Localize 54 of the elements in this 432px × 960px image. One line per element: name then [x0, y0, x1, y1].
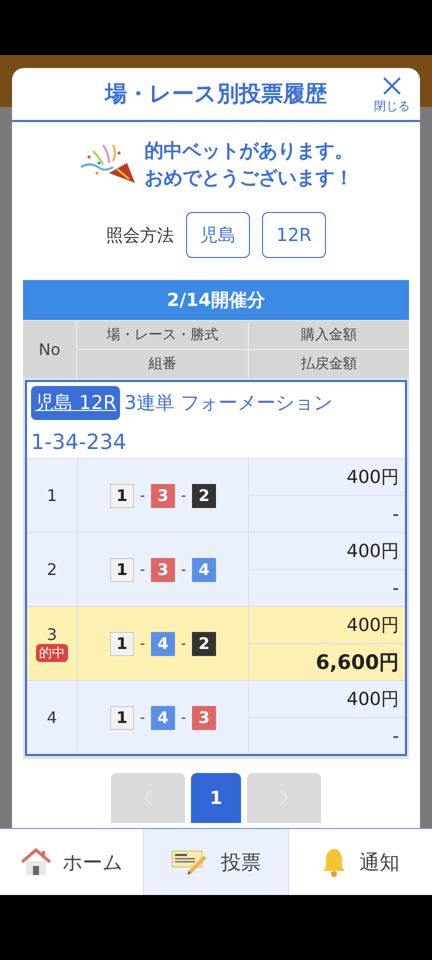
race-link[interactable]: 児島 12R [31, 386, 120, 420]
separator-dash: - [181, 562, 186, 578]
boat-number: 1 [110, 484, 134, 508]
separator-dash: - [181, 488, 186, 504]
purchase-amount: 400円 [346, 540, 400, 564]
boat-number: 2 [192, 484, 216, 508]
date-header: 2/14開催分 [23, 280, 409, 320]
separator-dash: - [140, 636, 145, 652]
row-number: 4 [46, 708, 58, 727]
row-number: 1 [46, 486, 58, 505]
column-header: 場・レース・勝式 [77, 321, 248, 349]
hit-badge: 的中 [36, 644, 68, 662]
congrats-message: 的中ベットがあります。 [144, 139, 354, 164]
separator-dash: - [140, 488, 145, 504]
separator-dash: - [140, 710, 145, 726]
separator-dash: - [181, 636, 186, 652]
boat-number: 3 [151, 484, 175, 508]
congrats-message: おめでとうございます！ [144, 166, 354, 191]
purchase-amount: 400円 [346, 688, 400, 712]
close-icon [382, 76, 402, 96]
bet-type: 3連単 フォーメーション [124, 391, 333, 416]
purchase-amount: 400円 [346, 466, 400, 490]
boat-number: 4 [151, 706, 175, 730]
boat-number: 2 [192, 632, 216, 656]
column-header: 購入金額 [249, 321, 409, 349]
query-button[interactable]: 児島 [186, 212, 250, 258]
previous-page-button[interactable] [111, 773, 185, 823]
query-label: 照会方法 [106, 224, 174, 246]
column-header: 払戻金額 [249, 350, 409, 378]
boat-number: 1 [110, 706, 134, 730]
boat-number: 4 [192, 558, 216, 582]
column-header: No [23, 321, 76, 378]
separator-dash: - [140, 562, 145, 578]
nav-tab[interactable]: 投票 [143, 829, 289, 895]
purchase-amount: 400円 [346, 614, 400, 638]
boat-number: 4 [151, 632, 175, 656]
boat-number: 1 [110, 632, 134, 656]
modal-title: 場・レース別投票履歴 [105, 81, 327, 109]
page-button[interactable]: 1 [191, 773, 241, 823]
close-button[interactable]: 閉じる [374, 76, 410, 115]
row-number: 3 [46, 625, 58, 644]
bet-selection: 1-34-234 [31, 430, 128, 454]
boat-number: 1 [110, 558, 134, 582]
house-icon [20, 848, 51, 876]
boat-number: 3 [151, 558, 175, 582]
row-number: 2 [46, 560, 58, 579]
bell-icon [321, 847, 348, 877]
boat-number: 3 [192, 706, 216, 730]
next-page-button[interactable] [247, 773, 321, 823]
column-header: 組番 [77, 350, 248, 378]
separator-dash: - [181, 710, 186, 726]
ticket-pencil-icon [170, 849, 209, 875]
query-button[interactable]: 12R [262, 212, 326, 258]
payout-amount: - [249, 717, 405, 754]
